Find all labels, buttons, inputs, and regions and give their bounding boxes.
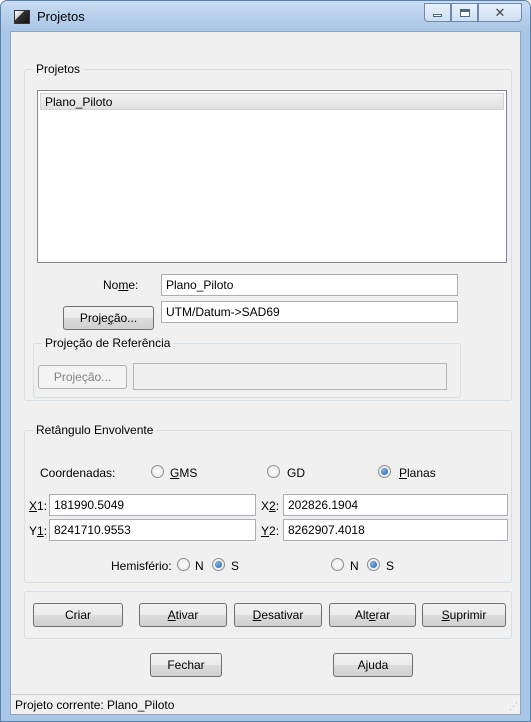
close-icon: ✕ <box>494 4 506 20</box>
referencia-projecao-field[interactable] <box>133 363 447 390</box>
projects-listbox[interactable]: Plano_Piloto <box>37 90 507 263</box>
y1-label: Y1: <box>29 524 48 538</box>
app-icon <box>14 10 30 24</box>
referencia-group: Projeção de Referência Projeção... <box>33 336 461 398</box>
hemisferio1-n-label: N <box>195 559 204 573</box>
hemisferio2-n-label: N <box>350 559 359 573</box>
gd-label: GD <box>287 466 305 480</box>
y1-field[interactable]: 8241710.9553 <box>49 519 256 541</box>
nome-label: Nome: <box>103 278 139 292</box>
hemisferio1-s-radio[interactable] <box>212 558 225 571</box>
title-bar[interactable]: Projetos ✕ <box>1 1 530 31</box>
retangulo-group-title: Retângulo Envolvente <box>33 423 157 437</box>
hemisferio1-n-radio[interactable] <box>177 558 190 571</box>
projetos-group: Projetos Plano_Piloto Nome: Plano_Piloto… <box>24 62 512 401</box>
list-item[interactable]: Plano_Piloto <box>40 93 504 110</box>
window-title: Projetos <box>37 9 85 24</box>
hemisferio1-s-label: S <box>231 559 240 573</box>
status-text: Projeto corrente: Plano_Piloto <box>15 698 175 712</box>
hemisferio2-n-radio[interactable] <box>331 558 344 571</box>
x1-field[interactable]: 181990.5049 <box>49 494 256 516</box>
criar-button[interactable]: Criar <box>33 603 123 627</box>
maximize-button[interactable] <box>451 3 478 22</box>
maximize-icon <box>459 8 470 17</box>
coordenadas-label: Coordenadas: <box>40 466 116 480</box>
suprimir-button[interactable]: Suprimir <box>422 603 506 627</box>
planas-radio[interactable] <box>378 465 391 478</box>
projecao-field[interactable]: UTM/Datum->SAD69 <box>161 301 458 323</box>
close-button[interactable]: ✕ <box>478 3 522 22</box>
fechar-button[interactable]: Fechar <box>150 653 222 677</box>
referencia-projecao-button[interactable]: Projeção... <box>38 365 127 389</box>
retangulo-group: Retângulo Envolvente Coordenadas: GMS GD… <box>24 423 512 583</box>
status-bar: Projeto corrente: Plano_Piloto ⋰ <box>11 694 520 714</box>
projetos-window: Projetos ✕ Projetos Plano_Piloto Nome: P… <box>0 0 531 722</box>
minimize-button[interactable] <box>424 3 451 22</box>
dialog-client-area: Projetos Plano_Piloto Nome: Plano_Piloto… <box>10 31 521 715</box>
minimize-icon <box>433 14 442 17</box>
referencia-group-title: Projeção de Referência <box>42 336 174 350</box>
x2-label: X2: <box>261 499 280 513</box>
projetos-group-title: Projetos <box>33 62 84 76</box>
nome-field[interactable]: Plano_Piloto <box>161 274 458 296</box>
x1-label: X1: <box>29 499 48 513</box>
ativar-button[interactable]: Ativar <box>139 603 227 627</box>
resize-grip-icon[interactable]: ⋰ <box>509 701 518 712</box>
caption-buttons: ✕ <box>424 3 522 22</box>
gd-radio[interactable] <box>267 465 280 478</box>
hemisferio2-s-label: S <box>386 559 395 573</box>
hemisferio-label: Hemisfério: <box>111 559 172 573</box>
y2-label: Y2: <box>261 524 280 538</box>
gms-radio[interactable] <box>151 465 164 478</box>
y2-field[interactable]: 8262907.4018 <box>283 519 508 541</box>
alterar-button[interactable]: Alt e rar <box>329 603 416 627</box>
ajuda-button[interactable]: Ajuda <box>333 653 413 677</box>
planas-label: Planas <box>399 466 436 480</box>
hemisferio2-s-radio[interactable] <box>367 558 380 571</box>
desativar-button[interactable]: Desativar <box>234 603 322 627</box>
x2-field[interactable]: 202826.1904 <box>283 494 508 516</box>
actions-group: Criar Ativar Desativar Alt e rar Suprimir <box>24 591 512 639</box>
gms-label: GMS <box>170 466 198 480</box>
projecao-button[interactable]: Proje ç ão... <box>63 306 154 330</box>
